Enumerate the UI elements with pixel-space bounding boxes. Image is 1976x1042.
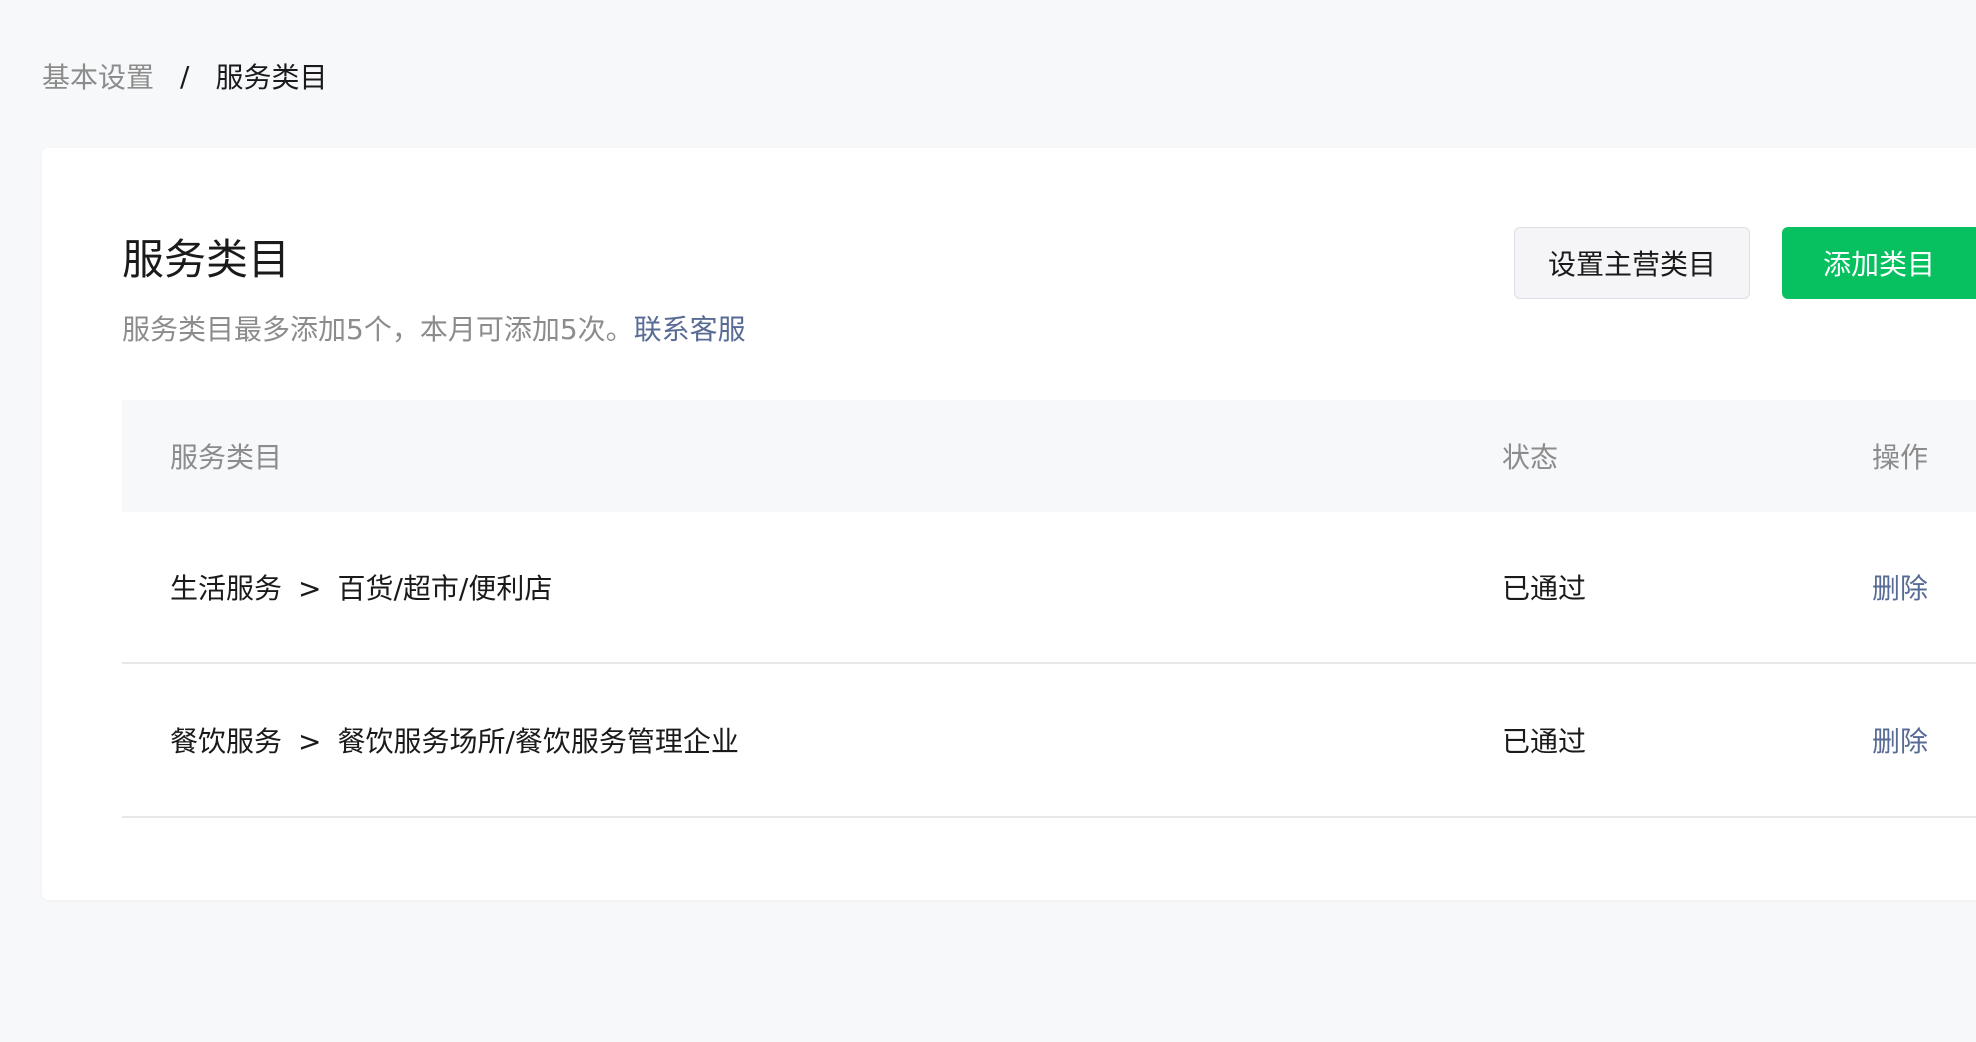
- status-text: 已通过: [1502, 725, 1587, 758]
- header-status: 状态: [1502, 441, 1559, 474]
- breadcrumb-separator: /: [180, 59, 190, 93]
- category-path: 餐饮服务 > 餐饮服务场所/餐饮服务管理企业: [170, 720, 739, 760]
- contact-support-link[interactable]: 联系客服: [634, 313, 746, 346]
- table-row: 餐饮服务 > 餐饮服务场所/餐饮服务管理企业 已通过 删除: [122, 664, 1976, 818]
- category-primary: 生活服务: [170, 572, 283, 605]
- table-row: 生活服务 > 百货/超市/便利店 已通过 删除: [122, 512, 1976, 664]
- breadcrumb-parent[interactable]: 基本设置: [42, 56, 154, 96]
- category-arrow: >: [298, 572, 322, 605]
- table-header: 服务类目 状态 操作: [122, 400, 1976, 512]
- set-main-category-button[interactable]: 设置主营类目: [1514, 227, 1750, 299]
- breadcrumb-current: 服务类目: [215, 61, 328, 94]
- category-path: 生活服务 > 百货/超市/便利店: [170, 567, 552, 607]
- category-primary: 餐饮服务: [170, 725, 283, 758]
- delete-link[interactable]: 删除: [1872, 567, 1928, 607]
- page-title: 服务类目: [122, 235, 291, 284]
- breadcrumb: 基本设置 / 服务类目: [42, 52, 327, 100]
- header-action: 操作: [1872, 441, 1929, 474]
- status-text: 已通过: [1502, 572, 1587, 605]
- category-table: 服务类目 状态 操作 生活服务 > 百货/超市/便利店 已通过 删除 餐饮服务 > 餐饮…: [122, 400, 1976, 818]
- card-description: 服务类目最多添加5个，本月可添加5次。联系客服: [122, 310, 746, 350]
- description-text: 服务类目最多添加5个，本月可添加5次。: [122, 313, 634, 346]
- header-category: 服务类目: [170, 441, 283, 474]
- category-secondary: 餐饮服务场所/餐饮服务管理企业: [337, 725, 739, 758]
- category-secondary: 百货/超市/便利店: [337, 572, 553, 605]
- category-arrow: >: [298, 725, 322, 758]
- service-category-card: 服务类目 服务类目最多添加5个，本月可添加5次。联系客服 设置主营类目 添加类目…: [42, 148, 1976, 900]
- add-category-button[interactable]: 添加类目: [1782, 227, 1976, 299]
- delete-link[interactable]: 删除: [1872, 720, 1928, 760]
